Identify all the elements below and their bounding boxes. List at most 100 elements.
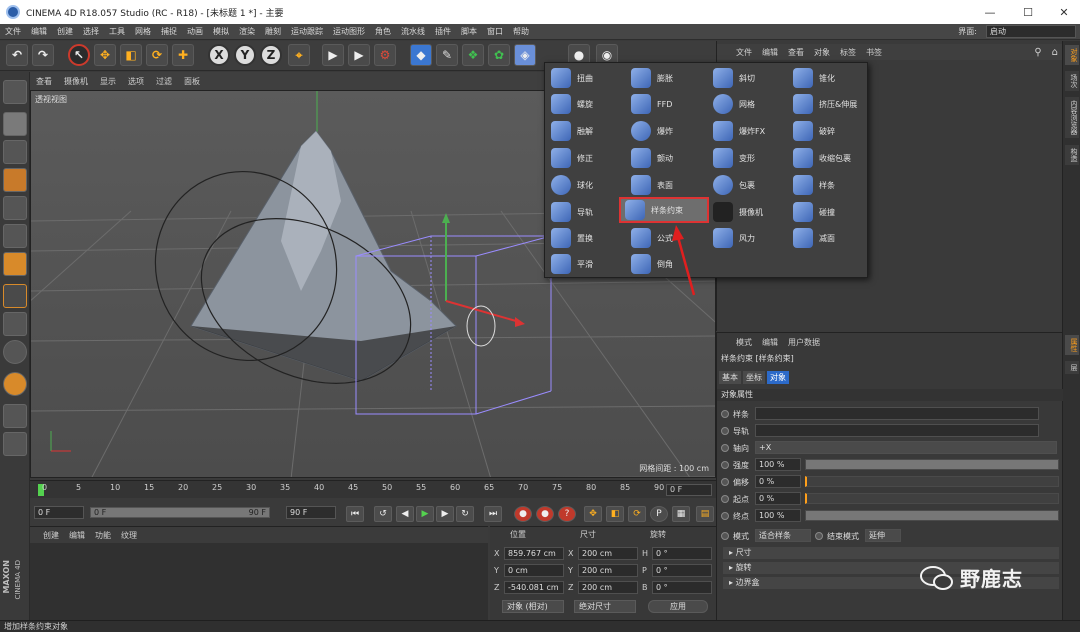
goto-end-icon[interactable]: ⏭ [484, 506, 502, 522]
deformer-ffd[interactable]: FFD [627, 93, 705, 115]
menu-motion-tracking[interactable]: 运动跟踪 [286, 26, 328, 37]
end-frame-field[interactable]: 90 F [286, 506, 336, 519]
objects-menu-view[interactable]: 查看 [783, 47, 809, 58]
tweak-mode-icon[interactable] [3, 312, 27, 336]
scale-tool-icon[interactable]: ◧ [120, 44, 142, 66]
offset-field[interactable]: 0 % [755, 475, 801, 488]
start-field[interactable]: 0 % [755, 492, 801, 505]
live-select-icon[interactable]: ↖ [68, 44, 90, 66]
start-frame-field[interactable]: 0 F [34, 506, 84, 519]
deformer-camera[interactable]: 摄像机 [709, 201, 787, 223]
y-axis-lock-button[interactable]: Y [234, 44, 256, 66]
x-axis-lock-button[interactable]: X [208, 44, 230, 66]
texture-mode-icon[interactable] [3, 140, 27, 164]
deformer-correction[interactable]: 修正 [547, 147, 625, 169]
menu-tools[interactable]: 工具 [104, 26, 130, 37]
attr-menu-edit[interactable]: 编辑 [757, 337, 783, 348]
objects-menu-bookmarks[interactable]: 书签 [861, 47, 887, 58]
next-frame-icon[interactable]: ▶ [436, 506, 454, 522]
scheme-icon[interactable]: ▤ [696, 506, 714, 522]
deformer-spline[interactable]: 样条 [789, 174, 867, 196]
menu-animate[interactable]: 动画 [182, 26, 208, 37]
viewport-menu-view[interactable]: 查看 [30, 76, 58, 87]
size-z-field[interactable]: 200 cm [578, 581, 638, 594]
coordinate-system-icon[interactable]: ⌖ [288, 44, 310, 66]
attr-menu-user-data[interactable]: 用户数据 [783, 337, 825, 348]
viewport-menu-options[interactable]: 选项 [122, 76, 150, 87]
deformer-twist[interactable]: 螺旋 [547, 93, 625, 115]
deformer-displacer[interactable]: 置换 [547, 227, 625, 249]
size-mode-dropdown[interactable]: 绝对尺寸 [574, 600, 636, 613]
apply-button[interactable]: 应用 [648, 600, 708, 613]
move-tool-icon[interactable]: ✥ [94, 44, 116, 66]
deformer-shatter[interactable]: 破碎 [789, 120, 867, 142]
viewport-menu-panel[interactable]: 面板 [178, 76, 206, 87]
animate-toggle-icon[interactable] [721, 532, 729, 540]
menu-create[interactable]: 创建 [52, 26, 78, 37]
size-y-field[interactable]: 200 cm [578, 564, 638, 577]
menu-plugins[interactable]: 插件 [430, 26, 456, 37]
animate-toggle-icon[interactable] [721, 512, 729, 520]
material-menu-edit[interactable]: 编辑 [64, 530, 90, 541]
material-menu-texture[interactable]: 纹理 [116, 530, 142, 541]
autokey-icon[interactable]: ● [536, 506, 554, 522]
objects-menu-tags[interactable]: 标签 [835, 47, 861, 58]
subdivision-surface-icon[interactable]: ❖ [462, 44, 484, 66]
frame-range-slider[interactable]: 0 F 90 F [90, 507, 270, 518]
edges-mode-icon[interactable] [3, 224, 27, 248]
objects-menu-objects[interactable]: 对象 [809, 47, 835, 58]
deformer-melt[interactable]: 融解 [547, 120, 625, 142]
deformer-taper[interactable]: 锥化 [789, 67, 867, 89]
tab-layers[interactable]: 层 [1065, 361, 1079, 374]
objects-menu-edit[interactable]: 编辑 [757, 47, 783, 58]
deformer-shear[interactable]: 斜切 [709, 67, 787, 89]
model-mode-icon[interactable] [3, 112, 27, 136]
key-position-icon[interactable]: ✥ [584, 506, 602, 522]
viewport-menu-cameras[interactable]: 摄像机 [58, 76, 94, 87]
recent-tool-icon[interactable]: ✚ [172, 44, 194, 66]
redo-icon[interactable]: ↷ [32, 44, 54, 66]
viewport-menu-filter[interactable]: 过滤 [150, 76, 178, 87]
rotation-h-field[interactable]: 0 ° [652, 547, 712, 560]
axis-dropdown[interactable]: +X [755, 441, 1057, 454]
viewport-menu-display[interactable]: 显示 [94, 76, 122, 87]
menu-mesh[interactable]: 网格 [130, 26, 156, 37]
goto-start-icon[interactable]: ⏮ [346, 506, 364, 522]
home-icon[interactable]: ⌂ [1047, 47, 1063, 58]
deformer-rail[interactable]: 导轨 [547, 201, 625, 223]
mode-dropdown[interactable]: 适合样条 [755, 529, 811, 542]
deformer-collision[interactable]: 碰撞 [789, 201, 867, 223]
key-scale-icon[interactable]: ◧ [606, 506, 624, 522]
pen-spline-icon[interactable]: ✎ [436, 44, 458, 66]
end-slider[interactable] [805, 510, 1059, 521]
planar-workplane-icon[interactable] [3, 432, 27, 456]
record-keys-icon[interactable]: ● [514, 506, 532, 522]
deformer-wind[interactable]: 风力 [709, 227, 787, 249]
lock-workplane-icon[interactable] [3, 404, 27, 428]
search-icon[interactable]: ⚲ [1029, 47, 1046, 58]
previous-frame-icon[interactable]: ◀ [396, 506, 414, 522]
animate-toggle-icon[interactable] [721, 478, 729, 486]
snap-icon[interactable] [3, 340, 27, 364]
tab-content-browser[interactable]: 内容浏览器 [1065, 97, 1079, 138]
render-view-icon[interactable]: ▶ [322, 44, 344, 66]
menu-character[interactable]: 角色 [370, 26, 396, 37]
animate-toggle-icon[interactable] [721, 495, 729, 503]
strength-slider[interactable] [805, 459, 1059, 470]
position-y-field[interactable]: 0 cm [504, 564, 564, 577]
animate-toggle-icon[interactable] [721, 444, 729, 452]
strength-field[interactable]: 100 % [755, 458, 801, 471]
menu-script[interactable]: 脚本 [456, 26, 482, 37]
menu-snap[interactable]: 捕捉 [156, 26, 182, 37]
deformer-explosion[interactable]: 爆炸 [627, 120, 705, 142]
rotation-p-field[interactable]: 0 ° [652, 564, 712, 577]
animate-toggle-icon[interactable] [815, 532, 823, 540]
animate-toggle-icon[interactable] [721, 461, 729, 469]
mograph-cloner-icon[interactable]: ✿ [488, 44, 510, 66]
maximize-button[interactable]: ☐ [1010, 0, 1046, 24]
tab-objects[interactable]: 对象 [1065, 45, 1079, 65]
deformer-shrink-wrap[interactable]: 收缩包裹 [789, 147, 867, 169]
tab-attributes[interactable]: 属性 [1065, 335, 1079, 355]
spline-link-field[interactable] [755, 407, 1039, 420]
workplane-icon[interactable] [3, 168, 27, 192]
